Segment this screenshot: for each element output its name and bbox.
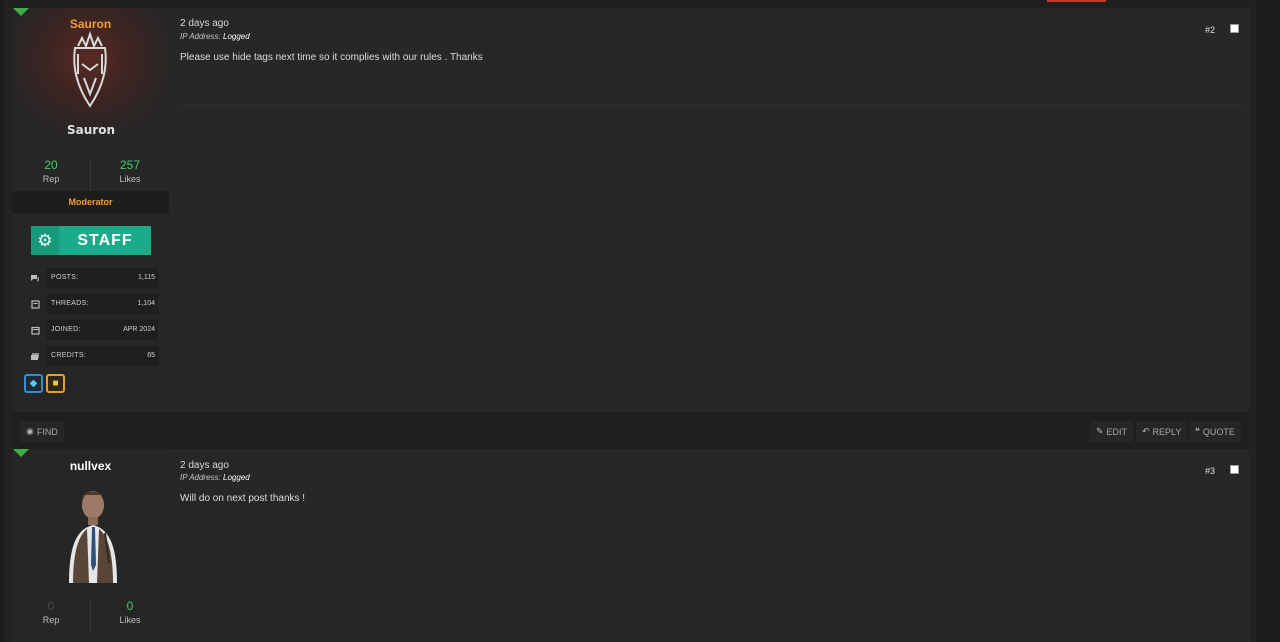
rep-value: 0 <box>47 599 55 613</box>
ip-value: Logged <box>223 473 250 482</box>
user-sidebar: nullvex 0 Rep 0 Likes <box>12 449 169 642</box>
post-number[interactable]: #3 <box>1205 466 1215 476</box>
find-button[interactable]: ◉ FIND <box>20 421 64 442</box>
info-value: 1,115 <box>138 274 155 281</box>
post-number[interactable]: #2 <box>1205 25 1215 35</box>
book-icon <box>24 294 46 314</box>
post-message: Will do on next post thanks ! <box>180 493 306 504</box>
info-value: 1,104 <box>137 300 155 307</box>
online-indicator-icon <box>13 8 29 16</box>
rep-value: 20 <box>44 158 58 172</box>
info-value: 65 <box>147 352 155 359</box>
eye-icon: ◉ <box>26 426 34 436</box>
likes-stat[interactable]: 0 Likes <box>91 599 169 625</box>
likes-value: 257 <box>119 158 141 172</box>
find-label: FIND <box>36 426 58 437</box>
username[interactable]: nullvex <box>12 459 169 473</box>
reply-icon: ↶ <box>1142 426 1150 436</box>
info-row-joined: JOINED: APR 2024 <box>24 320 158 340</box>
edit-icon: ✎ <box>1096 426 1104 436</box>
avatar[interactable] <box>55 485 127 585</box>
user-stats: 0 Rep 0 Likes <box>12 599 169 633</box>
user-role: Moderator <box>12 191 169 214</box>
gold-award-icon[interactable]: ■ <box>46 374 65 393</box>
info-value: APR 2024 <box>123 326 155 333</box>
top-accent-bar <box>1047 0 1106 2</box>
staff-badge: ⚙ STAFF <box>31 226 151 255</box>
comments-icon <box>24 268 46 288</box>
post-content: 2 days ago IP Address: Logged #3 Will do… <box>169 449 1249 642</box>
post: Sauron Sauron 20 Rep 257 Likes Moderator… <box>12 8 1249 449</box>
info-row-credits: CREDITS: 65 <box>24 346 158 366</box>
post: nullvex 0 Rep 0 Likes 2 days ago IP Addr… <box>12 449 1249 642</box>
ip-address: IP Address: Logged <box>180 32 250 41</box>
reply-button[interactable]: ↶ REPLY <box>1136 421 1188 442</box>
info-row-threads: THREADS: 1,104 <box>24 294 158 314</box>
likes-value: 0 <box>126 599 134 613</box>
calendar-icon <box>24 320 46 340</box>
post-date[interactable]: 2 days ago <box>180 460 229 471</box>
edit-button[interactable]: ✎ EDIT <box>1090 421 1134 442</box>
ip-label: IP Address: <box>180 32 221 41</box>
quote-button[interactable]: ❝ QUOTE <box>1189 421 1241 442</box>
likes-stat[interactable]: 257 Likes <box>91 158 169 184</box>
username[interactable]: Sauron <box>12 17 169 31</box>
likes-label: Likes <box>119 615 141 625</box>
character-avatar-icon <box>69 491 117 583</box>
user-sidebar: Sauron Sauron 20 Rep 257 Likes Moderator… <box>12 8 169 449</box>
staff-badge-label: STAFF <box>77 231 133 249</box>
post-select-checkbox[interactable] <box>1230 465 1239 474</box>
rep-stat[interactable]: 0 Rep <box>12 599 90 625</box>
quote-icon: ❝ <box>1195 426 1200 436</box>
ip-value: Logged <box>223 32 250 41</box>
post-date[interactable]: 2 days ago <box>180 18 229 29</box>
diamond-award-icon[interactable]: ◆ <box>24 374 43 393</box>
info-key: CREDITS: <box>51 352 87 359</box>
quote-label: QUOTE <box>1202 426 1235 437</box>
rep-label: Rep <box>42 174 60 184</box>
content-divider <box>180 105 1245 106</box>
ip-address: IP Address: Logged <box>180 473 250 482</box>
post-select-checkbox[interactable] <box>1230 24 1239 33</box>
gear-icon: ⚙ <box>31 226 59 255</box>
user-stats: 20 Rep 257 Likes <box>12 158 169 192</box>
post-footer: ◉ FIND ✎ EDIT ↶ REPLY ❝ QUOTE <box>12 412 1249 449</box>
post-content: 2 days ago IP Address: Logged #2 Please … <box>169 8 1249 412</box>
online-indicator-icon <box>13 449 29 457</box>
info-key: THREADS: <box>51 300 89 307</box>
money-icon <box>24 346 46 366</box>
avatar-text: Sauron <box>67 123 115 134</box>
rep-label: Rep <box>42 615 60 625</box>
edit-label: EDIT <box>1106 426 1128 437</box>
reply-label: REPLY <box>1152 426 1182 437</box>
info-key: POSTS: <box>51 274 79 281</box>
ip-label: IP Address: <box>180 473 221 482</box>
rep-stat[interactable]: 20 Rep <box>12 158 90 184</box>
likes-label: Likes <box>119 174 141 184</box>
post-message: Please use hide tags next time so it com… <box>180 52 483 63</box>
info-row-posts: POSTS: 1,115 <box>24 268 158 288</box>
info-key: JOINED: <box>51 326 81 333</box>
